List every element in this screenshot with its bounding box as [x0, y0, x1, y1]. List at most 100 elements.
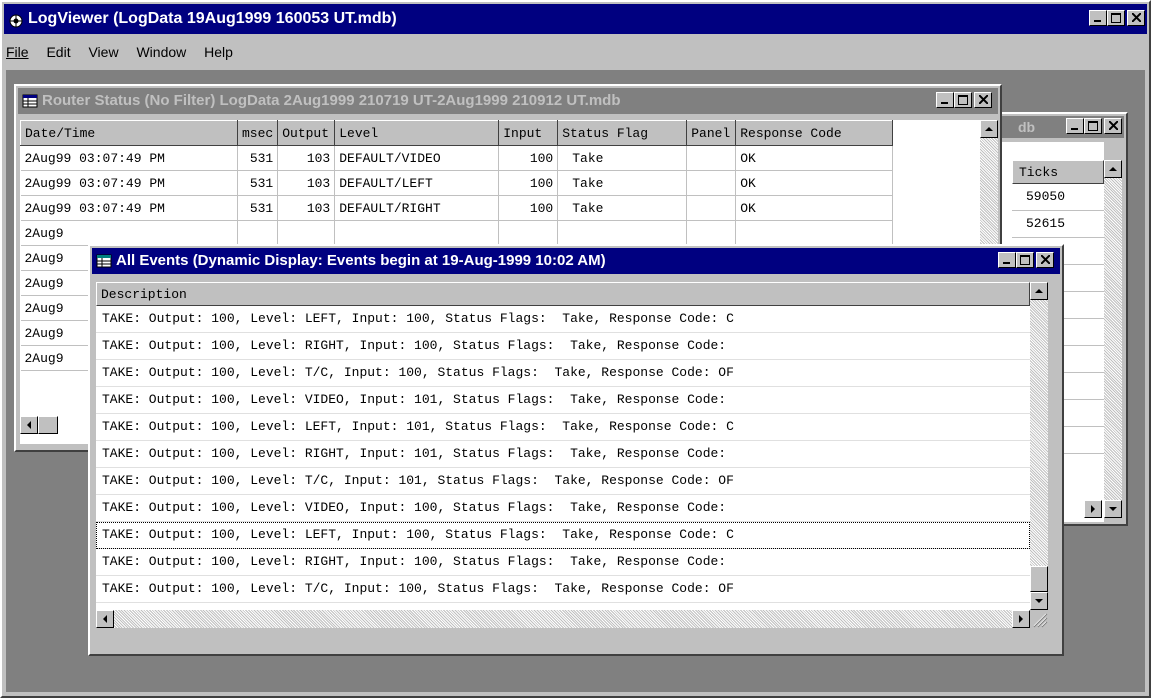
- cell-datetime: 2Aug9: [20, 220, 238, 246]
- app-title-bar[interactable]: LogViewer (LogData 19Aug1999 160053 UT.m…: [4, 4, 1147, 34]
- list-item[interactable]: TAKE: Output: 100, Level: RIGHT, Input: …: [96, 549, 1030, 576]
- list-item[interactable]: 59050: [1012, 184, 1104, 211]
- cell-response-code: OK: [735, 170, 894, 196]
- col-output[interactable]: Output: [277, 120, 336, 146]
- cell-level: DEFAULT/LEFT: [334, 170, 500, 196]
- minimize-button[interactable]: [1089, 10, 1107, 26]
- ticks-scroll-down-button[interactable]: [1104, 500, 1122, 518]
- events-scroll-up-button[interactable]: [1030, 282, 1048, 300]
- cell-input: 100: [498, 195, 559, 221]
- ticks-close-button[interactable]: [1104, 118, 1122, 134]
- events-close-button[interactable]: [1036, 252, 1054, 268]
- maximize-button[interactable]: [1107, 10, 1125, 26]
- col-level[interactable]: Level: [334, 120, 500, 146]
- events-scroll-right-button[interactable]: [1012, 610, 1030, 628]
- table-row[interactable]: 2Aug9: [20, 220, 894, 246]
- events-grid: Description TAKE: Output: 100, Level: LE…: [96, 282, 1030, 610]
- menu-window[interactable]: Window: [136, 44, 186, 60]
- minimize-icon: [1090, 13, 1106, 23]
- cell-datetime: 2Aug99 03:07:49 PM: [20, 195, 238, 221]
- maximize-icon: [1017, 255, 1033, 265]
- ticks-scroll-up-button[interactable]: [1104, 160, 1122, 178]
- col-datetime[interactable]: Date/Time: [20, 120, 238, 146]
- ticks-scroll-right-button[interactable]: [1084, 500, 1102, 518]
- menu-file[interactable]: File: [6, 44, 29, 60]
- minimize-icon: [1067, 121, 1083, 131]
- menu-help[interactable]: Help: [204, 44, 233, 60]
- router-scroll-left-button[interactable]: [20, 416, 38, 434]
- router-minimize-button[interactable]: [936, 92, 954, 108]
- ticks-maximize-button[interactable]: [1084, 118, 1102, 134]
- size-grip[interactable]: [1030, 610, 1048, 628]
- ticks-minimize-button[interactable]: [1066, 118, 1084, 134]
- cell-output: 103: [277, 145, 336, 171]
- cell-response-code: OK: [735, 145, 894, 171]
- list-item[interactable]: TAKE: Output: 100, Level: T/C, Input: 10…: [96, 576, 1030, 603]
- cell-output: 103: [277, 195, 336, 221]
- cell-input: 100: [498, 170, 559, 196]
- cell-status-flag: Take: [557, 170, 688, 196]
- cell-level: DEFAULT/RIGHT: [334, 195, 500, 221]
- arrow-left-icon: [97, 615, 113, 630]
- menu-view[interactable]: View: [88, 44, 118, 60]
- cell-output: 103: [277, 170, 336, 196]
- events-title: All Events (Dynamic Display: Events begi…: [116, 252, 606, 269]
- router-title: Router Status (No Filter) LogData 2Aug19…: [42, 92, 621, 109]
- router-hscroll-thumb[interactable]: [38, 416, 58, 434]
- col-status-flag[interactable]: Status Flag: [557, 120, 688, 146]
- cell-panel: [686, 170, 737, 196]
- table-row[interactable]: 2Aug99 03:07:49 PM 531 103 DEFAULT/RIGHT…: [20, 195, 894, 221]
- list-item[interactable]: TAKE: Output: 100, Level: LEFT, Input: 1…: [96, 414, 1030, 441]
- router-scroll-up-button[interactable]: [980, 120, 998, 138]
- menu-edit[interactable]: Edit: [46, 44, 70, 60]
- table-row[interactable]: 2Aug99 03:07:49 PM 531 103 DEFAULT/VIDEO…: [20, 145, 894, 171]
- events-vertical-scrollbar[interactable]: [1030, 282, 1048, 610]
- menu-bar: File Edit View Window Help: [6, 40, 247, 64]
- list-item[interactable]: TAKE: Output: 100, Level: T/C, Input: 10…: [96, 360, 1030, 387]
- router-title-bar[interactable]: Router Status (No Filter) LogData 2Aug19…: [18, 88, 998, 114]
- maximize-icon: [1108, 13, 1124, 23]
- list-item[interactable]: 52615: [1012, 211, 1104, 238]
- arrow-down-icon: [1105, 505, 1121, 520]
- col-panel[interactable]: Panel: [686, 120, 737, 146]
- list-item[interactable]: TAKE: Output: 100, Level: VIDEO, Input: …: [96, 495, 1030, 522]
- cell-msec: 531: [237, 195, 279, 221]
- close-icon: [1128, 13, 1144, 22]
- table-row[interactable]: 2Aug99 03:07:49 PM 531 103 DEFAULT/LEFT …: [20, 170, 894, 196]
- cell-status-flag: Take: [557, 195, 688, 221]
- events-title-bar[interactable]: All Events (Dynamic Display: Events begi…: [92, 248, 1060, 274]
- events-maximize-button[interactable]: [1016, 252, 1034, 268]
- close-button[interactable]: [1127, 10, 1145, 26]
- ticks-vertical-scrollbar[interactable]: [1104, 160, 1122, 512]
- ticks-window-title: db: [1018, 119, 1036, 135]
- list-item[interactable]: TAKE: Output: 100, Level: LEFT, Input: 1…: [96, 306, 1030, 333]
- list-item-selected[interactable]: TAKE: Output: 100, Level: LEFT, Input: 1…: [96, 522, 1030, 549]
- events-scroll-left-button[interactable]: [96, 610, 114, 628]
- router-close-button[interactable]: [974, 92, 992, 108]
- cell-msec: 531: [237, 170, 279, 196]
- events-scroll-down-button[interactable]: [1030, 592, 1048, 610]
- close-icon: [975, 95, 991, 104]
- col-response-code[interactable]: Response Code: [735, 120, 894, 146]
- col-msec[interactable]: msec: [236, 120, 279, 146]
- maximize-icon: [1085, 121, 1101, 131]
- list-item[interactable]: TAKE: Output: 100, Level: VIDEO, Input: …: [96, 387, 1030, 414]
- cell-panel: [686, 145, 737, 171]
- cell-response-code: OK: [735, 195, 894, 221]
- app-icon: [8, 10, 24, 28]
- arrow-up-icon: [1105, 165, 1121, 180]
- cell-datetime: 2Aug99 03:07:49 PM: [20, 170, 238, 196]
- events-horizontal-scrollbar[interactable]: [96, 610, 1030, 628]
- cell-status-flag: Take: [557, 145, 688, 171]
- list-item[interactable]: TAKE: Output: 100, Level: RIGHT, Input: …: [96, 333, 1030, 360]
- col-input[interactable]: Input: [498, 120, 559, 146]
- all-events-window[interactable]: All Events (Dynamic Display: Events begi…: [88, 244, 1064, 656]
- description-header[interactable]: Description: [96, 282, 1030, 306]
- router-maximize-button[interactable]: [954, 92, 972, 108]
- events-vscroll-thumb[interactable]: [1030, 566, 1048, 592]
- list-item[interactable]: TAKE: Output: 100, Level: RIGHT, Input: …: [96, 441, 1030, 468]
- list-item[interactable]: TAKE: Output: 100, Level: T/C, Input: 10…: [96, 468, 1030, 495]
- close-icon: [1037, 255, 1053, 264]
- ticks-header[interactable]: Ticks: [1012, 160, 1104, 184]
- events-minimize-button[interactable]: [998, 252, 1016, 268]
